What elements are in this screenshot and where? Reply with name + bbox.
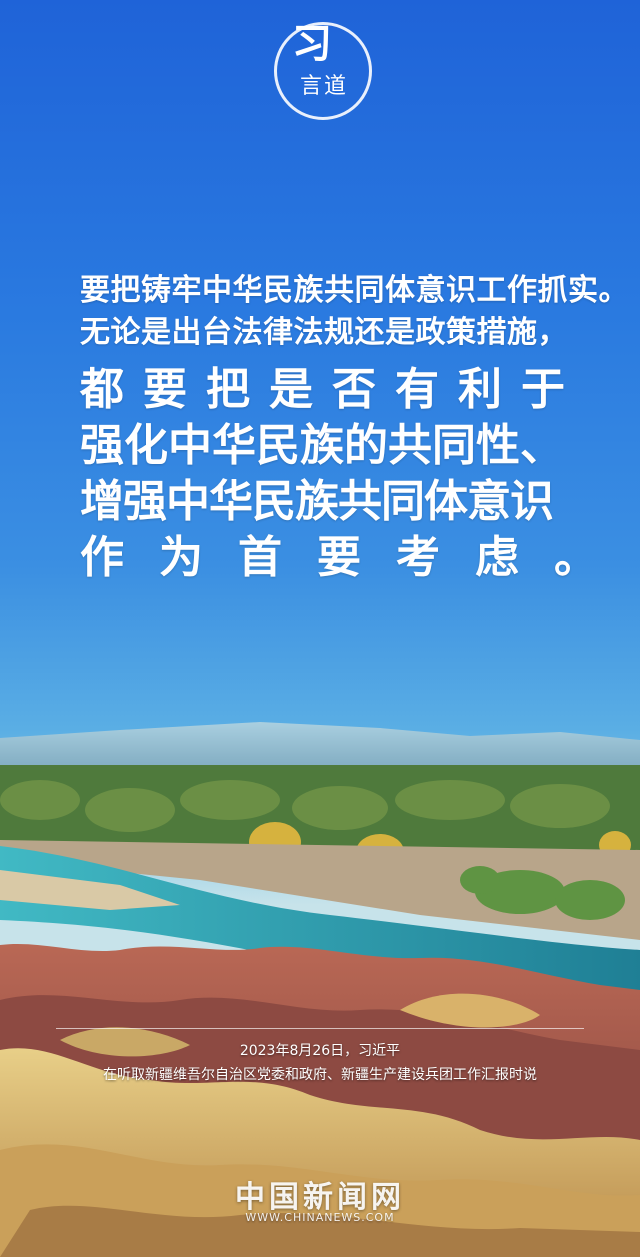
quote-line-1: 要把铸牢中华民族共同体意识工作抓实。 xyxy=(80,273,629,308)
logo-badge: 习 言道 xyxy=(274,22,372,120)
watermark-url: WWW.CHINANEWS.COM xyxy=(245,1211,395,1224)
logo-chars-small: 言道 xyxy=(300,74,349,99)
caption-divider xyxy=(56,1028,584,1029)
quote-line-5: 增强中华民族共同体意识 xyxy=(80,476,554,527)
quote-line-4: 强化中华民族的共同性、 xyxy=(80,420,564,471)
poster: 习 言道 要把铸牢中华民族共同体意识工作抓实。 无论是出台法律法规还是政策措施，… xyxy=(0,0,640,1257)
logo-char-big: 习 xyxy=(292,20,332,67)
caption-occasion: 在听取新疆维吾尔自治区党委和政府、新疆生产建设兵团工作汇报时说 xyxy=(103,1067,537,1083)
watermark-logo: 中国新闻网 xyxy=(235,1180,405,1215)
quote-line-6: 作为首要考虑。 xyxy=(80,532,633,583)
quote-line-3: 都要把是否有利于 xyxy=(80,364,584,415)
caption-date-speaker: 2023年8月26日，习近平 xyxy=(239,1043,401,1059)
quote-line-2: 无论是出台法律法规还是政策措施， xyxy=(80,315,568,350)
quote-block: 要把铸牢中华民族共同体意识工作抓实。 无论是出台法律法规还是政策措施， 都要把是… xyxy=(80,270,633,586)
